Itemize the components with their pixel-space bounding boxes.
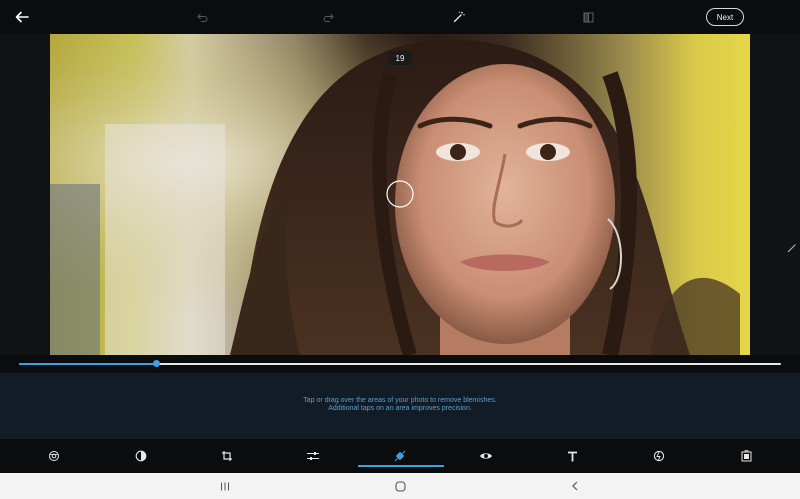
canvas-area: 19: [0, 34, 800, 355]
top-toolbar: Next: [0, 0, 800, 34]
slider-track[interactable]: [19, 360, 781, 367]
hint-panel: Tap or drag over the areas of your photo…: [0, 373, 800, 439]
next-button[interactable]: Next: [706, 8, 744, 26]
brush-size-slider[interactable]: [0, 355, 800, 373]
back-arrow-icon[interactable]: [8, 0, 36, 34]
slider-thumb[interactable]: [152, 360, 160, 367]
text-icon[interactable]: [552, 439, 592, 473]
redo-icon[interactable]: [318, 0, 340, 34]
undo-icon[interactable]: [191, 0, 213, 34]
home-icon[interactable]: [385, 473, 415, 499]
adjust-icon[interactable]: [293, 439, 333, 473]
compare-icon[interactable]: [577, 0, 599, 34]
brush-size-badge: 19: [388, 51, 412, 65]
frames-icon[interactable]: [726, 439, 766, 473]
heal-icon[interactable]: [358, 439, 444, 473]
edit-pencil-icon[interactable]: [786, 239, 798, 253]
slider-fill: [19, 363, 157, 365]
looks-icon[interactable]: [34, 439, 74, 473]
hint-line-2: Additional taps on an area improves prec…: [328, 405, 472, 412]
back-nav-icon[interactable]: [560, 473, 590, 499]
hint-text: Tap or drag over the areas of your photo…: [0, 397, 800, 413]
crop-icon[interactable]: [207, 439, 247, 473]
system-nav-bar: [0, 473, 800, 499]
magic-wand-icon[interactable]: [448, 0, 470, 34]
brush-size-value: 19: [395, 53, 405, 63]
recent-apps-icon[interactable]: [210, 473, 240, 499]
portrait-photo: [50, 34, 750, 355]
stickers-icon[interactable]: [639, 439, 679, 473]
hint-line-1: Tap or drag over the areas of your photo…: [303, 397, 497, 404]
tool-bar: [0, 439, 800, 473]
photo-canvas[interactable]: 19: [50, 34, 750, 355]
photo-editor-app: Next 19 Tap or drag over the areas of yo…: [0, 0, 800, 499]
red-eye-icon[interactable]: [466, 439, 506, 473]
filters-icon[interactable]: [121, 439, 161, 473]
